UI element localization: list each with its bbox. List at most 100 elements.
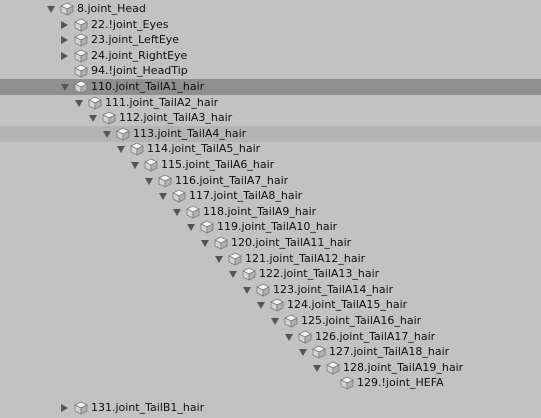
hierarchy-item-label: 124.joint_TailA15_hair (287, 298, 408, 311)
chevron-down-icon[interactable] (201, 240, 209, 247)
chevron-down-icon[interactable] (299, 349, 307, 356)
hierarchy-item[interactable]: 112.joint_TailA3_hair (0, 110, 541, 126)
gameobject-cube-icon (130, 142, 144, 156)
chevron-right-icon[interactable] (61, 404, 68, 412)
gameobject-cube-icon (88, 96, 102, 110)
hierarchy-item[interactable]: 117.joint_TailA8_hair (0, 188, 541, 204)
hierarchy-item-label: 94.!joint_HeadTip (91, 64, 188, 77)
gameobject-cube-icon (144, 158, 158, 172)
hierarchy-item[interactable]: 129.!joint_HEFA (0, 375, 541, 391)
hierarchy-item[interactable]: 131.joint_TailB1_hair (0, 400, 541, 416)
chevron-down-icon[interactable] (215, 256, 223, 263)
gameobject-cube-icon (102, 111, 116, 125)
hierarchy-item[interactable]: 123.joint_TailA14_hair (0, 282, 541, 298)
chevron-down-icon[interactable] (131, 162, 139, 169)
hierarchy-item-label: 114.joint_TailA5_hair (147, 142, 261, 155)
hierarchy-item-label: 125.joint_TailA16_hair (301, 314, 422, 327)
chevron-down-icon[interactable] (229, 271, 237, 278)
hierarchy-item-label: 119.joint_TailA10_hair (217, 220, 338, 233)
chevron-right-icon[interactable] (61, 21, 68, 29)
hierarchy-item[interactable]: 115.joint_TailA6_hair (0, 157, 541, 173)
hierarchy-item-label: 113.joint_TailA4_hair (133, 127, 247, 140)
chevron-down-icon[interactable] (89, 115, 97, 122)
gameobject-cube-icon (228, 252, 242, 266)
hierarchy-item-label: 126.joint_TailA17_hair (315, 330, 436, 343)
hierarchy-item[interactable]: 116.joint_TailA7_hair (0, 173, 541, 189)
hierarchy-item[interactable]: 128.joint_TailA19_hair (0, 360, 541, 376)
chevron-down-icon[interactable] (61, 84, 69, 91)
gameobject-cube-icon (74, 18, 88, 32)
hierarchy-item-label: 127.joint_TailA18_hair (329, 345, 450, 358)
hierarchy-item-label: 121.joint_TailA12_hair (245, 252, 366, 265)
gameobject-cube-icon (186, 205, 200, 219)
hierarchy-item[interactable]: 119.joint_TailA10_hair (0, 219, 541, 235)
hierarchy-item[interactable]: 126.joint_TailA17_hair (0, 329, 541, 345)
hierarchy-item[interactable]: 122.joint_TailA13_hair (0, 266, 541, 282)
chevron-down-icon[interactable] (117, 146, 125, 153)
gameobject-cube-icon (340, 376, 354, 390)
gameobject-cube-icon (172, 189, 186, 203)
hierarchy-item-label: 128.joint_TailA19_hair (343, 361, 464, 374)
gameobject-cube-icon (74, 401, 88, 415)
chevron-down-icon[interactable] (313, 365, 321, 372)
hierarchy-item-label: 112.joint_TailA3_hair (119, 111, 233, 124)
hierarchy-item[interactable]: 124.joint_TailA15_hair (0, 297, 541, 313)
hierarchy-item-label: 116.joint_TailA7_hair (175, 174, 289, 187)
chevron-down-icon[interactable] (145, 178, 153, 185)
chevron-down-icon[interactable] (285, 334, 293, 341)
hierarchy-item[interactable]: 94.!joint_HeadTip (0, 63, 541, 79)
hierarchy-item-label: 111.joint_TailA2_hair (105, 96, 219, 109)
chevron-right-icon[interactable] (61, 36, 68, 44)
hierarchy-item[interactable]: 120.joint_TailA11_hair (0, 235, 541, 251)
gameobject-cube-icon (256, 283, 270, 297)
gameobject-cube-icon (74, 80, 88, 94)
hierarchy-item[interactable]: 111.joint_TailA2_hair (0, 95, 541, 111)
hierarchy-item-label: 131.joint_TailB1_hair (91, 401, 205, 414)
chevron-down-icon[interactable] (187, 224, 195, 231)
gameobject-cube-icon (74, 49, 88, 63)
gameobject-cube-icon (200, 220, 214, 234)
gameobject-cube-icon (326, 361, 340, 375)
gameobject-cube-icon (116, 127, 130, 141)
gameobject-cube-icon (74, 64, 88, 78)
hierarchy-item[interactable]: 8.joint_Head (0, 1, 541, 17)
hierarchy-item[interactable]: 127.joint_TailA18_hair (0, 344, 541, 360)
gameobject-cube-icon (298, 330, 312, 344)
chevron-down-icon[interactable] (257, 302, 265, 309)
hierarchy-item-label: 123.joint_TailA14_hair (273, 283, 394, 296)
hierarchy-item-label: 122.joint_TailA13_hair (259, 267, 380, 280)
gameobject-cube-icon (270, 298, 284, 312)
hierarchy-item[interactable]: 121.joint_TailA12_hair (0, 251, 541, 267)
chevron-down-icon[interactable] (271, 318, 279, 325)
hierarchy-item-label: 8.joint_Head (77, 2, 146, 15)
gameobject-cube-icon (74, 33, 88, 47)
hierarchy-item-label: 24.joint_RightEye (91, 49, 188, 62)
hierarchy-item-label: 120.joint_TailA11_hair (231, 236, 352, 249)
hierarchy-item-label: 22.!joint_Eyes (91, 18, 169, 31)
chevron-down-icon[interactable] (159, 193, 167, 200)
gameobject-cube-icon (60, 2, 74, 16)
gameobject-cube-icon (284, 314, 298, 328)
gameobject-cube-icon (158, 174, 172, 188)
chevron-down-icon[interactable] (173, 209, 181, 216)
chevron-down-icon[interactable] (75, 100, 83, 107)
hierarchy-item-label: 23.joint_LeftEye (91, 33, 180, 46)
hierarchy-item[interactable]: 22.!joint_Eyes (0, 17, 541, 33)
hierarchy-item[interactable]: 23.joint_LeftEye (0, 32, 541, 48)
chevron-right-icon[interactable] (61, 52, 68, 60)
chevron-down-icon[interactable] (47, 6, 55, 13)
gameobject-cube-icon (214, 236, 228, 250)
hierarchy-item[interactable]: 24.joint_RightEye (0, 48, 541, 64)
hierarchy-item-label: 117.joint_TailA8_hair (189, 189, 303, 202)
hierarchy-item-label: 118.joint_TailA9_hair (203, 205, 317, 218)
chevron-down-icon[interactable] (243, 287, 251, 294)
hierarchy-item[interactable]: 125.joint_TailA16_hair (0, 313, 541, 329)
hierarchy-item[interactable]: 118.joint_TailA9_hair (0, 204, 541, 220)
hierarchy-item[interactable]: 110.joint_TailA1_hair (0, 79, 541, 95)
gameobject-cube-icon (312, 345, 326, 359)
hierarchy-item[interactable]: 113.joint_TailA4_hair (0, 126, 541, 142)
hierarchy-item-label: 110.joint_TailA1_hair (91, 80, 205, 93)
hierarchy-item-label: 115.joint_TailA6_hair (161, 158, 275, 171)
hierarchy-item[interactable]: 114.joint_TailA5_hair (0, 141, 541, 157)
chevron-down-icon[interactable] (103, 131, 111, 138)
